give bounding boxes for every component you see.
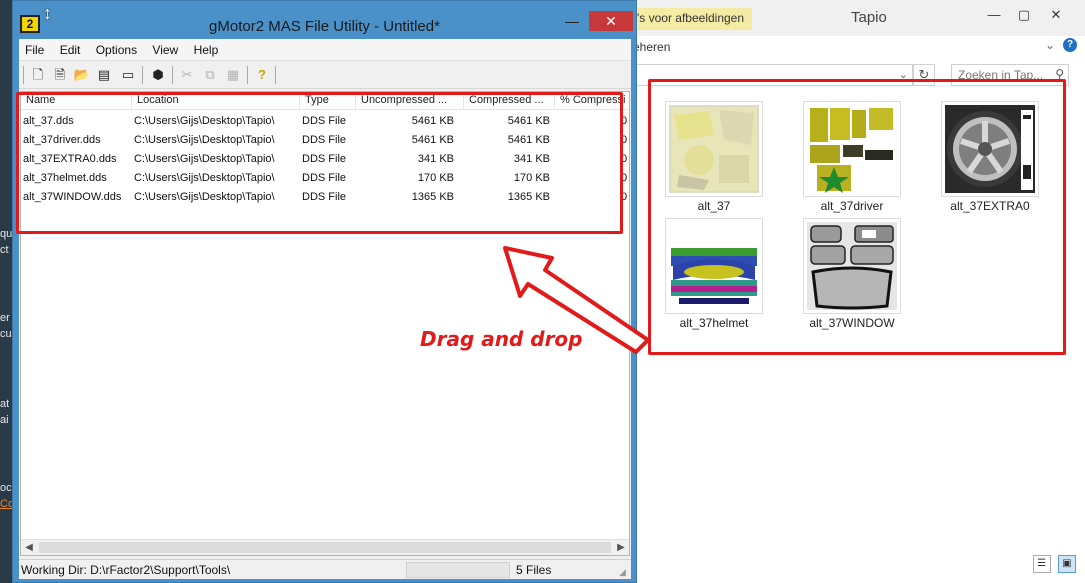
sliver-text: cu <box>0 328 12 340</box>
explorer-title: Tapio <box>851 9 887 26</box>
close-button[interactable]: ✕ <box>1043 6 1069 24</box>
menu-bar: File Edit Options View Help <box>19 39 631 61</box>
window-title: gMotor2 MAS File Utility - Untitled* <box>209 18 440 35</box>
close-button[interactable]: ✕ <box>589 11 633 31</box>
menu-view[interactable]: View <box>146 39 184 57</box>
sliver-text: ct <box>0 244 9 256</box>
sliver-text: oc <box>0 482 12 494</box>
cut-icon[interactable]: ✂ <box>177 65 197 85</box>
save-icon[interactable]: ▤ <box>94 65 114 85</box>
scrollbar-thumb[interactable] <box>39 542 611 553</box>
scroll-left-icon[interactable]: ◀ <box>21 540 37 556</box>
working-dir-text: Working Dir: D:\rFactor2\Support\Tools\ <box>21 563 231 577</box>
open-folder-icon[interactable]: 📂 <box>72 65 92 85</box>
menu-edit[interactable]: Edit <box>54 39 87 57</box>
annotation-box-explorer <box>648 79 1066 355</box>
mas-window: 2 ↕ gMotor2 MAS File Utility - Untitled*… <box>12 0 637 583</box>
minimize-button[interactable]: — <box>558 11 586 31</box>
file-count-text: 5 Files <box>516 563 552 577</box>
scroll-right-icon[interactable]: ▶ <box>613 540 629 556</box>
sliver-link[interactable]: Co <box>0 498 12 510</box>
new-file-icon[interactable]: 🗋 <box>28 65 48 85</box>
ribbon-tab-manage[interactable]: eheren <box>633 40 670 54</box>
details-view-icon[interactable]: ☰ <box>1032 555 1051 573</box>
sliver-text: at <box>0 398 10 410</box>
toolbar-separator <box>275 66 276 84</box>
toolbar-separator <box>142 66 143 84</box>
package-icon[interactable]: ⬢ <box>148 65 168 85</box>
toolbar-separator <box>247 66 248 84</box>
menu-options[interactable]: Options <box>90 39 143 57</box>
menu-file[interactable]: File <box>19 39 50 57</box>
export-icon[interactable]: ▭ <box>118 65 138 85</box>
status-progress-pane <box>406 562 510 578</box>
annotation-label: Drag and drop <box>420 327 583 351</box>
explorer-titlebar: 's voor afbeeldingen Tapio — ▢ ✕ <box>631 0 1085 36</box>
large-icons-view-icon[interactable]: ▣ <box>1058 555 1076 573</box>
resize-grip-icon[interactable]: ◢ <box>619 567 629 577</box>
chevron-down-icon[interactable]: ⌄ <box>1045 38 1055 52</box>
maximize-button[interactable]: ▢ <box>1011 6 1037 24</box>
toolbar: 🗋 🗎 📂 ▤ ▭ ⬢ ✂ ⧉ ▦ ? <box>19 62 631 89</box>
paste-icon[interactable]: ▦ <box>223 65 243 85</box>
sliver-text: qu <box>0 228 12 240</box>
toolbar-separator <box>172 66 173 84</box>
status-bar: Working Dir: D:\rFactor2\Support\Tools\ … <box>19 559 631 579</box>
explorer-contextual-tab[interactable]: 's voor afbeeldingen <box>631 8 753 30</box>
annotation-box-mas-list <box>16 92 623 234</box>
mas-titlebar[interactable]: 2 ↕ gMotor2 MAS File Utility - Untitled*… <box>13 1 636 39</box>
sliver-text: ai <box>0 414 9 426</box>
copy-icon[interactable]: ⧉ <box>200 65 220 85</box>
horizontal-scrollbar[interactable]: ◀ ▶ <box>21 539 629 555</box>
help-icon[interactable]: ? <box>252 65 272 85</box>
minimize-button[interactable]: — <box>981 6 1007 24</box>
add-file-icon[interactable]: 🗎 <box>50 65 70 85</box>
help-icon[interactable]: ? <box>1063 38 1077 52</box>
menu-help[interactable]: Help <box>188 39 225 57</box>
explorer-ribbon-tabs: eheren <box>631 36 1085 58</box>
sliver-text: er <box>0 312 10 324</box>
toolbar-separator <box>23 66 24 84</box>
view-switcher: ☰ ▣ <box>1029 555 1076 573</box>
background-window-sliver: qu ct er cu at ai oc Co <box>0 0 12 583</box>
